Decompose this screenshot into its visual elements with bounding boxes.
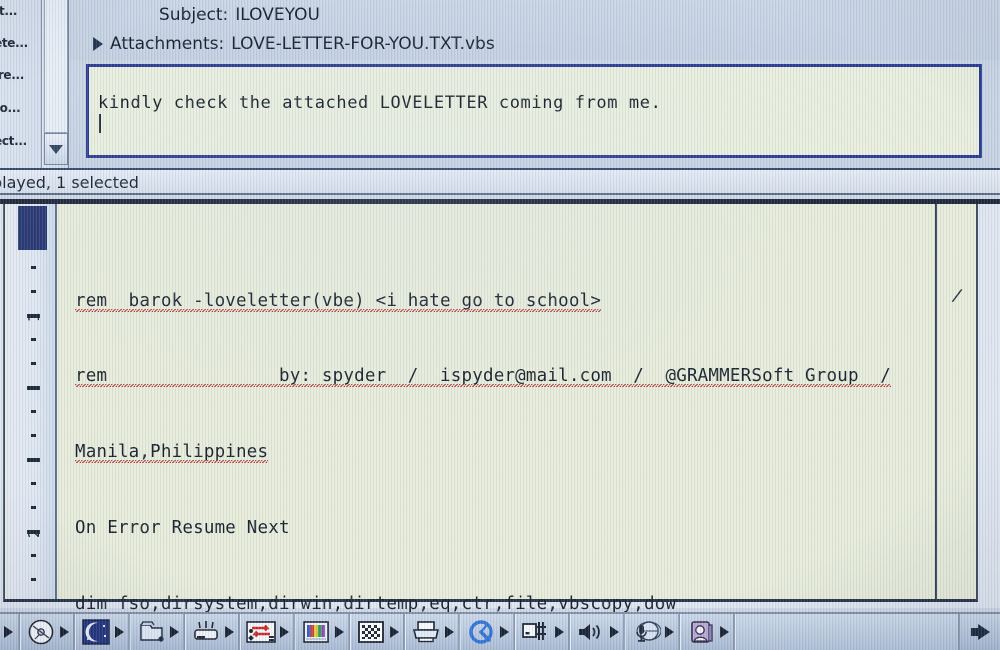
- network-transfer-icon: [244, 617, 278, 647]
- display-monitor-icon: [519, 617, 553, 647]
- code-line: On Error Resume Next: [75, 518, 290, 539]
- triangle-right-icon[interactable]: [93, 37, 103, 51]
- triangle-right-icon[interactable]: [445, 626, 454, 638]
- scrollbar-down-button[interactable]: [44, 133, 68, 165]
- triangle-right-icon[interactable]: [390, 626, 399, 638]
- mail-client-pane: ft... ete... lre... ro... ect... Subject…: [0, 0, 1000, 168]
- sidebar-item-1[interactable]: ete...: [0, 36, 41, 51]
- subject-row: Subject: ILOVEYOU: [159, 2, 320, 28]
- speaker-sound-icon: [574, 617, 608, 647]
- cdrom-control[interactable]: [20, 614, 75, 650]
- scrollbar-track[interactable]: [44, 0, 68, 133]
- sidebar-item-4[interactable]: ect...: [0, 134, 41, 149]
- sidebar-item-label: ro...: [0, 101, 21, 115]
- web-sharing-control[interactable]: [625, 614, 680, 650]
- color-palette-icon: [299, 617, 333, 647]
- sidebar-item-label: ete...: [0, 36, 28, 50]
- code-line: rem by: spyder / ispyder@mail.com / @GRA…: [75, 366, 891, 388]
- sidebar-item-0[interactable]: ft...: [0, 4, 41, 19]
- triangle-right-icon[interactable]: [555, 626, 564, 638]
- right-margin-line: [935, 204, 937, 599]
- cd-disc-icon: [24, 617, 58, 647]
- triangle-right-icon[interactable]: [225, 626, 234, 638]
- attachments-label: Attachments:: [110, 34, 225, 54]
- moon-night-icon: [79, 617, 113, 647]
- quicktime-control[interactable]: [460, 614, 515, 650]
- monitor-color-control[interactable]: [295, 614, 350, 650]
- sound-volume-control[interactable]: [570, 614, 625, 650]
- triangle-right-icon[interactable]: [610, 626, 619, 638]
- mailbox-sidebar[interactable]: ft... ete... lre... ro... ect...: [0, 0, 42, 168]
- control-strip-empty-area: [735, 614, 958, 650]
- crt-screen: ft... ete... lre... ro... ect... Subject…: [0, 0, 1000, 650]
- printer-selector-control[interactable]: [405, 614, 460, 650]
- triangle-down-icon: [49, 144, 63, 154]
- sidebar-item-label: ect...: [0, 134, 27, 148]
- folder-icon: [134, 617, 168, 647]
- code-editor-frame: 1 2 rem barok -loveletter(vbe) <i hate g…: [3, 204, 978, 616]
- attachments-row[interactable]: Attachments: LOVE-LETTER-FOR-YOU.TXT.vbs: [93, 31, 495, 57]
- control-strip-expand-button[interactable]: [958, 614, 1000, 650]
- triangle-right-icon[interactable]: [280, 626, 289, 638]
- sidebar-item-label: lre...: [0, 68, 25, 82]
- subject-label: Subject:: [159, 5, 229, 25]
- triangle-right-icon[interactable]: [335, 626, 344, 638]
- status-text: played, 1 selected: [0, 173, 139, 192]
- remote-access-control[interactable]: [240, 614, 295, 650]
- subject-value: ILOVEYOU: [235, 5, 320, 25]
- sidebar-item-label: ft...: [0, 4, 18, 18]
- triangle-right-icon[interactable]: [665, 626, 674, 638]
- sherlock-control[interactable]: [680, 614, 735, 650]
- code-line: Manila,Philippines: [75, 442, 269, 464]
- ruler-indent-marker[interactable]: [18, 206, 47, 250]
- microphone-globe-icon: [629, 617, 663, 647]
- triangle-right-icon[interactable]: [500, 626, 509, 638]
- printer-icon: [409, 617, 443, 647]
- message-body-text: kindly check the attached LOVELETTER com…: [98, 93, 662, 113]
- triangle-right-icon[interactable]: [115, 626, 124, 638]
- mail-status-bar: played, 1 selected: [0, 168, 1000, 195]
- ruler-number-2: 2: [25, 528, 43, 538]
- text-caret: [99, 114, 101, 133]
- file-sharing-control[interactable]: [130, 614, 185, 650]
- sidebar-item-2[interactable]: lre...: [0, 68, 41, 83]
- monitor-resolution-control[interactable]: [350, 614, 405, 650]
- sidebar-item-3[interactable]: ro...: [0, 101, 41, 116]
- video-mirroring-control[interactable]: [515, 614, 570, 650]
- ruler-number-1: 1: [25, 312, 43, 322]
- source-code-text[interactable]: rem barok -loveletter(vbe) <i hate go to…: [75, 238, 965, 650]
- checkerboard-icon: [354, 617, 388, 647]
- vertical-ruler[interactable]: 1 2: [7, 204, 57, 599]
- message-list-scrollbar[interactable]: [42, 0, 69, 168]
- sherlock-person-icon: [684, 617, 718, 647]
- quicktime-q-icon: [464, 617, 498, 647]
- scanner-icon: [189, 617, 223, 647]
- control-strip-collapse-tab[interactable]: [0, 614, 20, 650]
- message-body-box[interactable]: kindly check the attached LOVELETTER com…: [86, 64, 982, 158]
- triangle-right-icon[interactable]: [170, 626, 179, 638]
- triangle-right-icon: [3, 626, 13, 638]
- code-editor-window[interactable]: 1 2 rem barok -loveletter(vbe) <i hate g…: [0, 199, 1000, 616]
- arrow-right-icon: [970, 624, 990, 640]
- triangle-right-icon[interactable]: [60, 626, 69, 638]
- message-header: Subject: ILOVEYOU Attachments: LOVE-LETT…: [69, 0, 1000, 60]
- triangle-right-icon[interactable]: [720, 626, 729, 638]
- code-line: rem barok -loveletter(vbe) <i hate go to…: [75, 290, 602, 312]
- attachment-filename[interactable]: LOVE-LETTER-FOR-YOU.TXT.vbs: [231, 34, 494, 54]
- keyboard-control[interactable]: [185, 614, 240, 650]
- energy-saver-control[interactable]: [75, 614, 130, 650]
- control-strip[interactable]: [0, 612, 1000, 650]
